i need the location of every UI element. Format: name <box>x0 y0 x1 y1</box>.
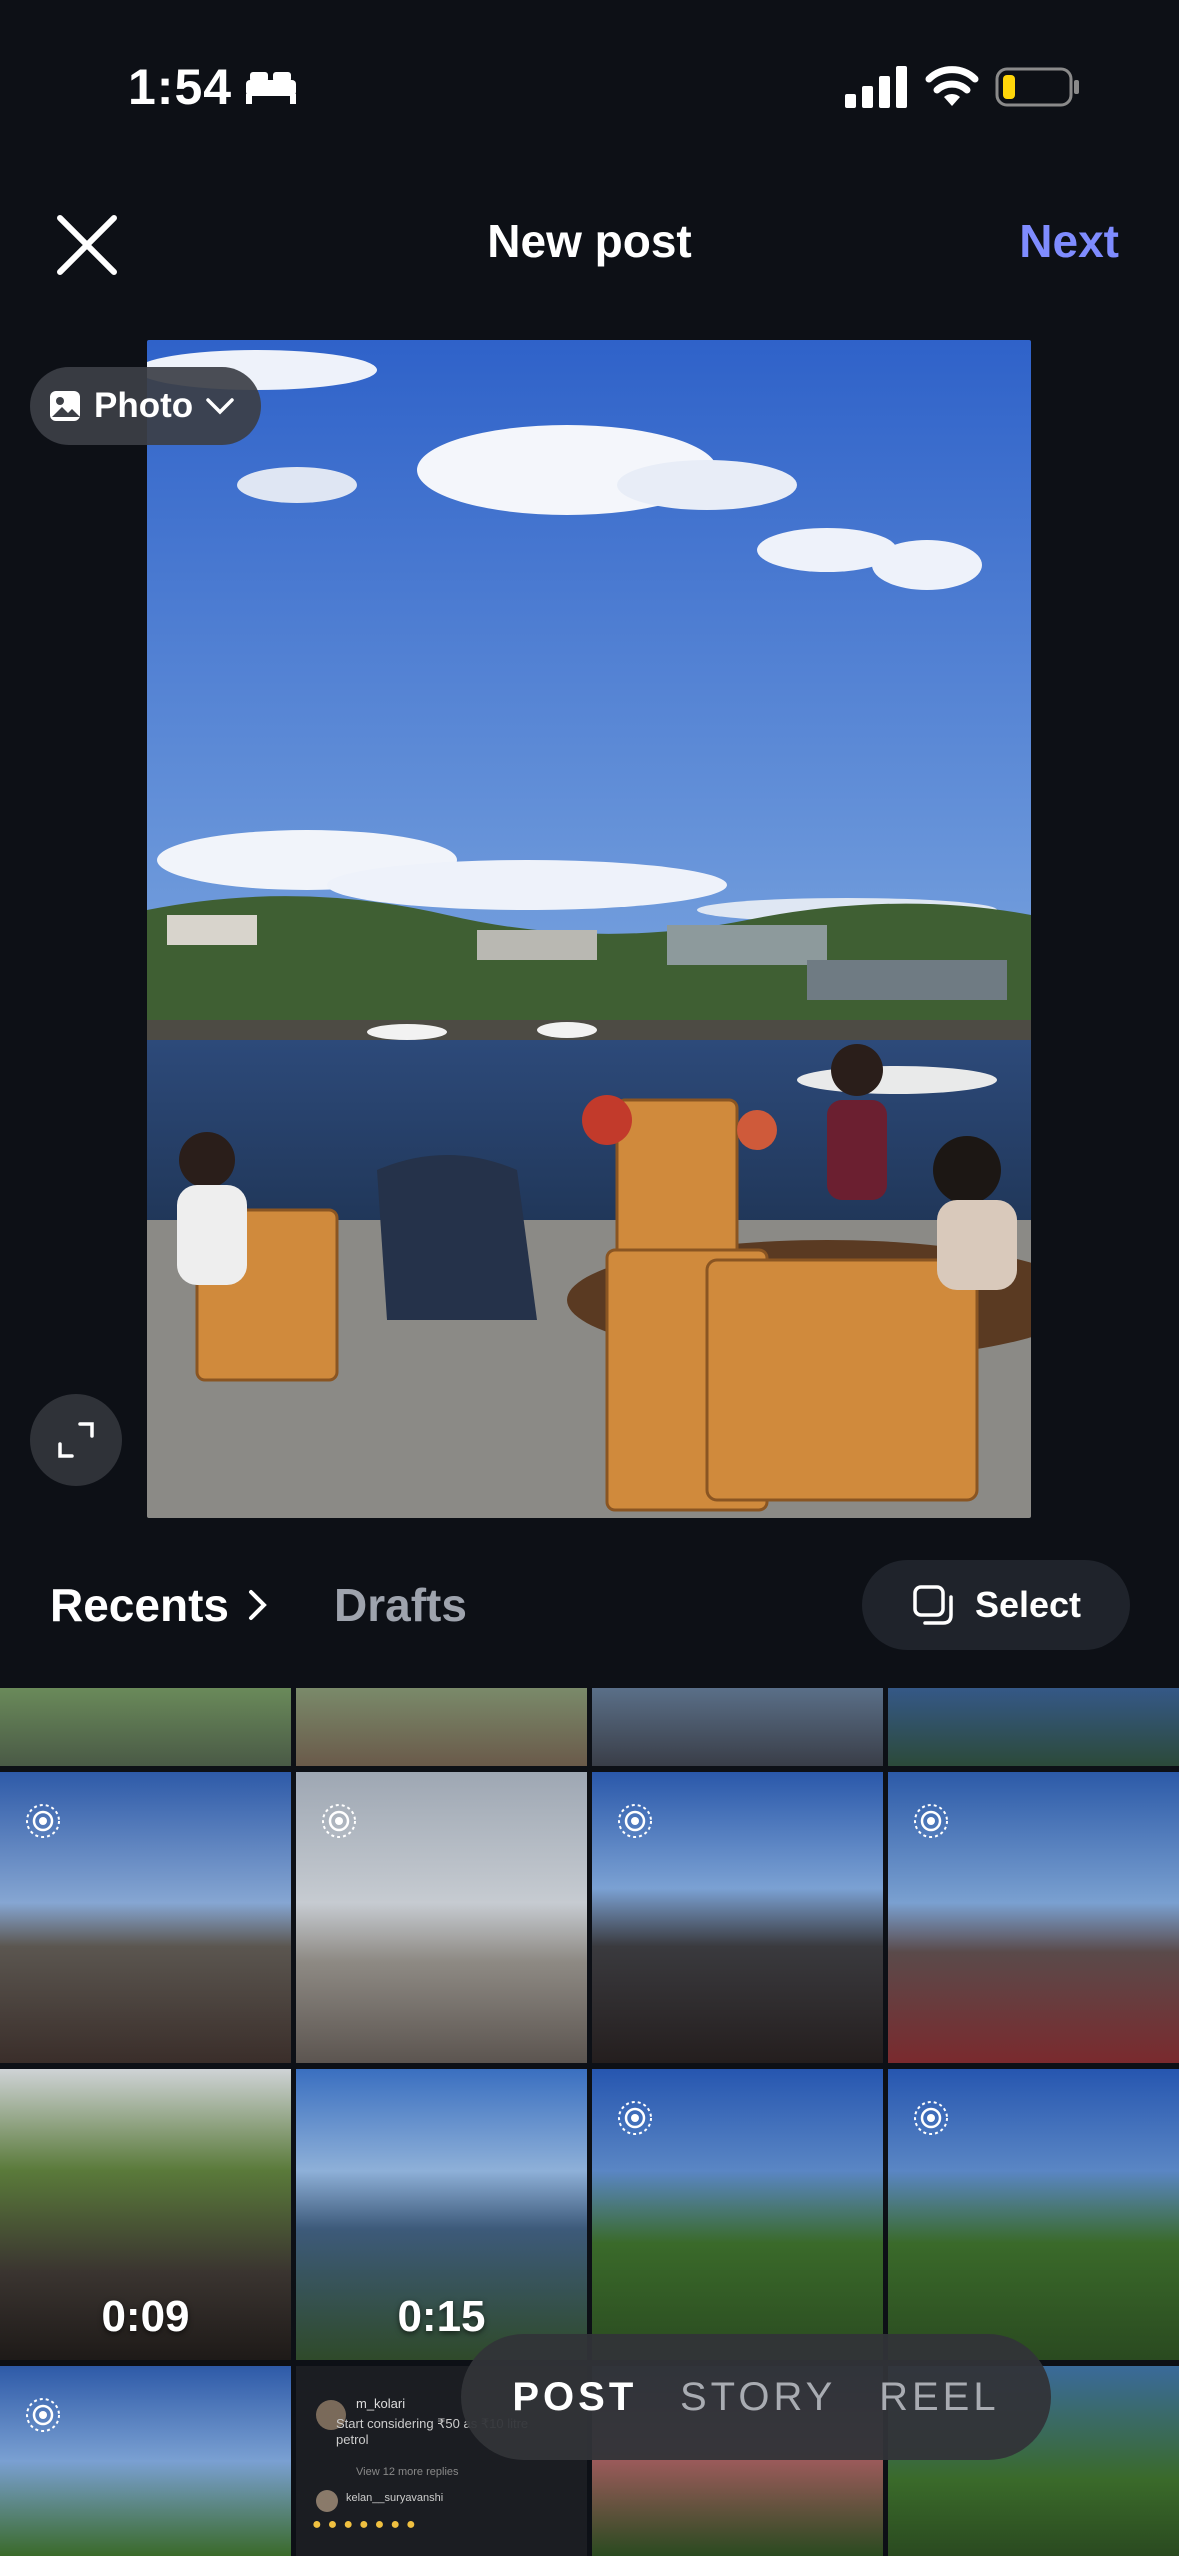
gallery-thumbnail[interactable] <box>592 2069 883 2360</box>
gallery-thumbnail[interactable] <box>592 1688 883 1766</box>
gallery-video-thumbnail[interactable]: 0:09 <box>0 2069 291 2360</box>
preview-image <box>147 340 1031 1518</box>
battery-icon <box>995 67 1079 107</box>
photo-icon <box>50 391 80 421</box>
gallery-thumbnail[interactable] <box>592 1772 883 2063</box>
multi-select-icon <box>913 1585 953 1625</box>
recents-album-selector[interactable]: Recents <box>50 1578 269 1632</box>
select-label: Select <box>974 1584 1082 1625</box>
media-type-selector[interactable]: Photo <box>30 367 262 445</box>
comment-username: m_kolari <box>356 2396 406 2411</box>
drafts-tab[interactable]: Drafts <box>334 1578 467 1632</box>
gallery-thumbnail[interactable] <box>296 1688 587 1766</box>
mode-post[interactable]: POST <box>512 2375 637 2420</box>
live-photo-icon <box>322 1804 356 1838</box>
select-multiple-button[interactable]: Select <box>862 1560 1130 1650</box>
cellular-signal-icon <box>845 66 907 108</box>
gallery-thumbnail[interactable] <box>0 1688 291 1766</box>
sleep-focus-icon <box>246 72 296 104</box>
gallery-thumbnail[interactable] <box>888 1688 1179 1766</box>
video-duration: 0:09 <box>101 2292 190 2341</box>
wifi-icon <box>925 66 979 106</box>
gallery-thumbnail[interactable] <box>296 1772 587 2063</box>
expand-preview-button[interactable] <box>30 1394 122 1486</box>
avatar <box>316 2490 338 2512</box>
next-button[interactable]: Next <box>1019 214 1119 268</box>
gallery-video-thumbnail[interactable]: 0:15 <box>296 2069 587 2360</box>
comment-replies: View 12 more replies <box>356 2466 459 2478</box>
page-title: New post <box>487 215 692 267</box>
selected-photo-preview[interactable] <box>147 340 1031 1518</box>
gallery-thumbnail[interactable] <box>0 2366 291 2556</box>
chevron-down-icon <box>206 398 234 415</box>
expand-icon <box>58 1422 94 1458</box>
recents-label: Recents <box>50 1579 229 1631</box>
gallery-thumbnail[interactable] <box>888 2069 1179 2360</box>
mode-story[interactable]: STORY <box>680 2375 836 2420</box>
chevron-right-icon <box>248 1590 267 1620</box>
live-photo-icon <box>914 2101 948 2135</box>
live-photo-icon <box>26 1804 60 1838</box>
mode-reel[interactable]: REEL <box>879 2375 1000 2420</box>
live-photo-icon <box>618 2101 652 2135</box>
media-type-label: Photo <box>94 386 194 425</box>
live-photo-icon <box>914 1804 948 1838</box>
emoji-reaction-row: ●●●●●●● <box>312 2516 422 2533</box>
comment-username: kelan__suryavanshi <box>346 2492 444 2504</box>
create-mode-switcher: POST STORY REEL <box>461 2334 1051 2460</box>
gallery-thumbnail[interactable] <box>888 1772 1179 2063</box>
live-photo-icon <box>26 2398 60 2432</box>
status-time: 1:54 <box>128 59 233 115</box>
gallery-thumbnail[interactable] <box>0 1772 291 2063</box>
live-photo-icon <box>618 1804 652 1838</box>
